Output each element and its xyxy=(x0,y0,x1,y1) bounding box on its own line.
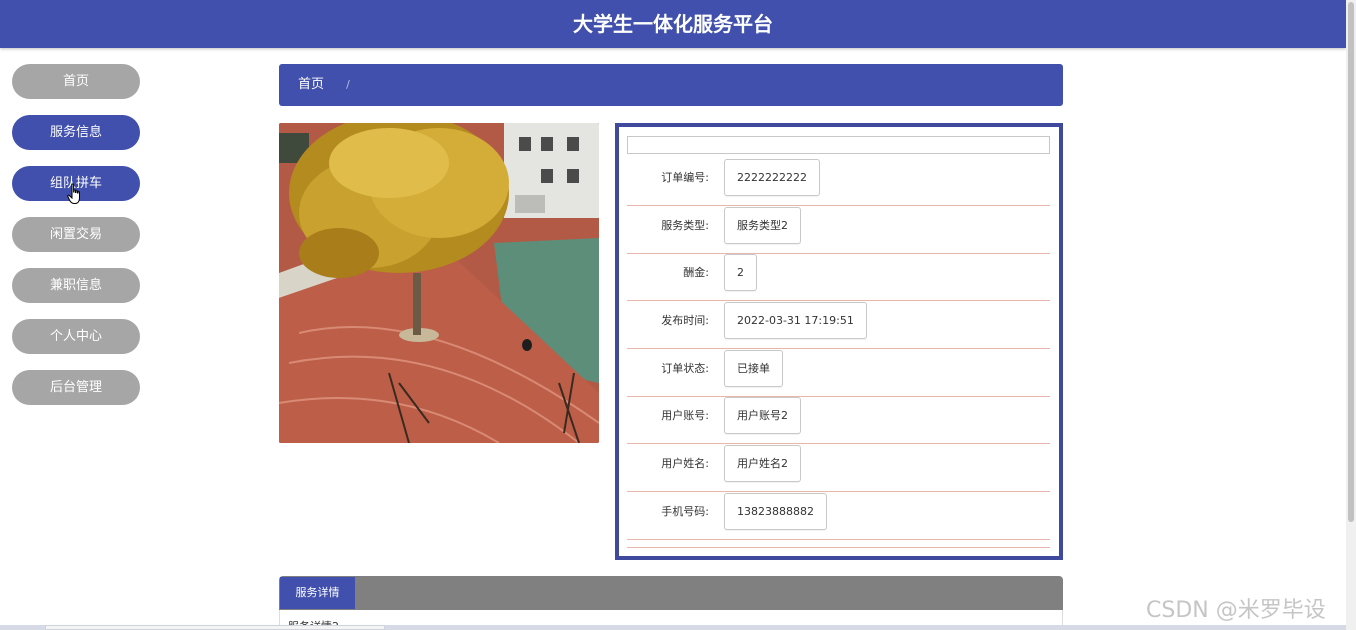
order-number-label: 订单编号: xyxy=(661,171,709,184)
field-row-order-status: 订单状态: 已接单 xyxy=(627,349,1050,397)
sidebar-item-idle-trade[interactable]: 闲置交易 xyxy=(12,217,140,252)
vertical-scrollbar[interactable] xyxy=(1346,0,1356,630)
hand-pointer-icon xyxy=(67,183,80,204)
order-number-value: 2222222222 xyxy=(724,159,820,196)
reward-label: 酬金: xyxy=(683,266,709,279)
user-account-value: 用户账号2 xyxy=(724,397,801,434)
sidebar-item-part-time[interactable]: 兼职信息 xyxy=(12,268,140,303)
sidebar-item-admin[interactable]: 后台管理 xyxy=(12,370,140,405)
field-row-order-number: 订单编号: 2222222222 xyxy=(627,158,1050,206)
reward-value: 2 xyxy=(724,254,757,291)
horizontal-scrollbar[interactable] xyxy=(0,625,1346,630)
service-image xyxy=(279,123,599,443)
sidebar-nav: 首页 服务信息 组队拼车 闲置交易 兼职信息 个人中心 后台管理 xyxy=(12,64,140,421)
field-row-publish-time: 发布时间: 2022-03-31 17:19:51 xyxy=(627,301,1050,349)
breadcrumb-separator: / xyxy=(346,78,350,91)
user-name-value: 用户姓名2 xyxy=(724,445,801,482)
field-row-user-name: 用户姓名: 用户姓名2 xyxy=(627,444,1050,492)
service-type-value: 服务类型2 xyxy=(724,207,801,244)
field-row-user-account: 用户账号: 用户账号2 xyxy=(627,396,1050,444)
user-account-label: 用户账号: xyxy=(661,409,709,422)
site-title: 大学生一体化服务平台 xyxy=(573,12,773,36)
field-row-service-type: 服务类型: 服务类型2 xyxy=(627,206,1050,254)
breadcrumb: 首页 / xyxy=(279,64,1063,106)
page-header: 大学生一体化服务平台 xyxy=(0,0,1346,48)
order-status-label: 订单状态: xyxy=(661,362,709,375)
breadcrumb-home[interactable]: 首页 xyxy=(298,77,324,92)
sidebar-item-service-info[interactable]: 服务信息 xyxy=(12,115,140,150)
field-row-reward: 酬金: 2 xyxy=(627,253,1050,301)
phone-label: 手机号码: xyxy=(661,505,709,518)
service-type-label: 服务类型: xyxy=(661,219,709,232)
detail-tabs: 服务详情 xyxy=(279,576,1063,610)
tab-service-detail[interactable]: 服务详情 xyxy=(280,577,355,609)
order-detail-panel: 订单编号: 2222222222 服务类型: 服务类型2 酬金: 2 发布时间:… xyxy=(615,123,1063,560)
publish-time-label: 发布时间: xyxy=(661,314,709,327)
user-name-label: 用户姓名: xyxy=(661,457,709,470)
detail-title-box xyxy=(627,136,1050,154)
sidebar-item-home[interactable]: 首页 xyxy=(12,64,140,99)
order-status-value: 已接单 xyxy=(724,350,783,387)
watermark: CSDN @米罗毕设 xyxy=(1146,598,1326,623)
detail-bottom-divider xyxy=(627,547,1050,548)
field-row-phone: 手机号码: 13823888882 xyxy=(627,492,1050,540)
phone-value: 13823888882 xyxy=(724,493,827,530)
publish-time-value: 2022-03-31 17:19:51 xyxy=(724,302,867,339)
sidebar-item-personal-center[interactable]: 个人中心 xyxy=(12,319,140,354)
